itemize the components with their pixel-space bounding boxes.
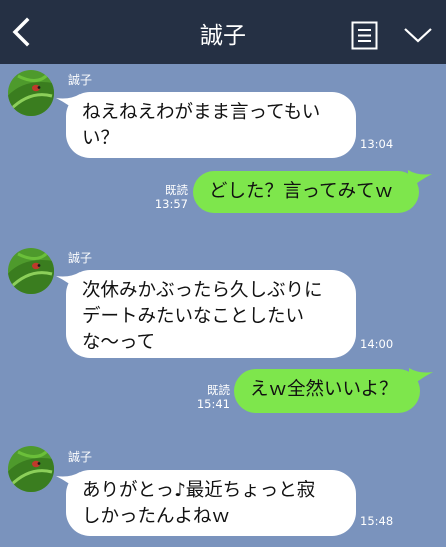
avatar-ladybug-image	[8, 446, 54, 492]
message-text: ありがとっ♪最近ちょっと寂しかったんよねｗ	[66, 470, 356, 536]
message-text: どした？言ってみてｗ	[193, 171, 419, 213]
chat-title: 誠子	[200, 23, 246, 49]
notes-button[interactable]	[351, 21, 378, 50]
message-bubble[interactable]: どした？言ってみてｗ	[193, 170, 432, 213]
read-receipt: 既読 15:41	[186, 383, 230, 411]
message-text: 次休みかぶったら久しぶりにデートみたいなことしたいな〜って	[66, 270, 356, 358]
message-text: ねえねえわがまま言ってもいい？	[66, 92, 356, 158]
notes-list-icon	[351, 21, 378, 50]
sender-name: 誠子	[68, 73, 93, 87]
avatar-ladybug-image	[8, 70, 54, 116]
avatar[interactable]	[8, 70, 54, 116]
read-label: 既読	[207, 383, 230, 397]
message-time: 13:57	[154, 197, 188, 211]
message-time: 13:04	[360, 137, 394, 151]
avatar-ladybug-image	[8, 248, 54, 294]
message-text: えｗ全然いいよ？	[234, 369, 420, 413]
message-bubble[interactable]: ねえねえわがまま言ってもいい？	[56, 92, 356, 158]
message-time: 14:00	[360, 337, 394, 351]
chat-header: 誠子	[0, 0, 446, 64]
message-time: 15:41	[196, 397, 230, 411]
message-bubble[interactable]: 次休みかぶったら久しぶりにデートみたいなことしたいな〜って	[56, 270, 356, 358]
message-bubble[interactable]: ありがとっ♪最近ちょっと寂しかったんよねｗ	[56, 470, 356, 536]
read-label: 既読	[165, 183, 188, 197]
chevron-down-icon	[404, 28, 432, 43]
sender-name: 誠子	[68, 450, 93, 464]
menu-toggle-button[interactable]	[402, 25, 434, 45]
read-receipt: 既読 13:57	[146, 183, 188, 211]
message-time: 15:48	[360, 514, 394, 528]
avatar[interactable]	[8, 248, 54, 294]
message-bubble[interactable]: えｗ全然いいよ？	[234, 368, 433, 413]
sender-name: 誠子	[68, 251, 93, 265]
avatar[interactable]	[8, 446, 54, 492]
